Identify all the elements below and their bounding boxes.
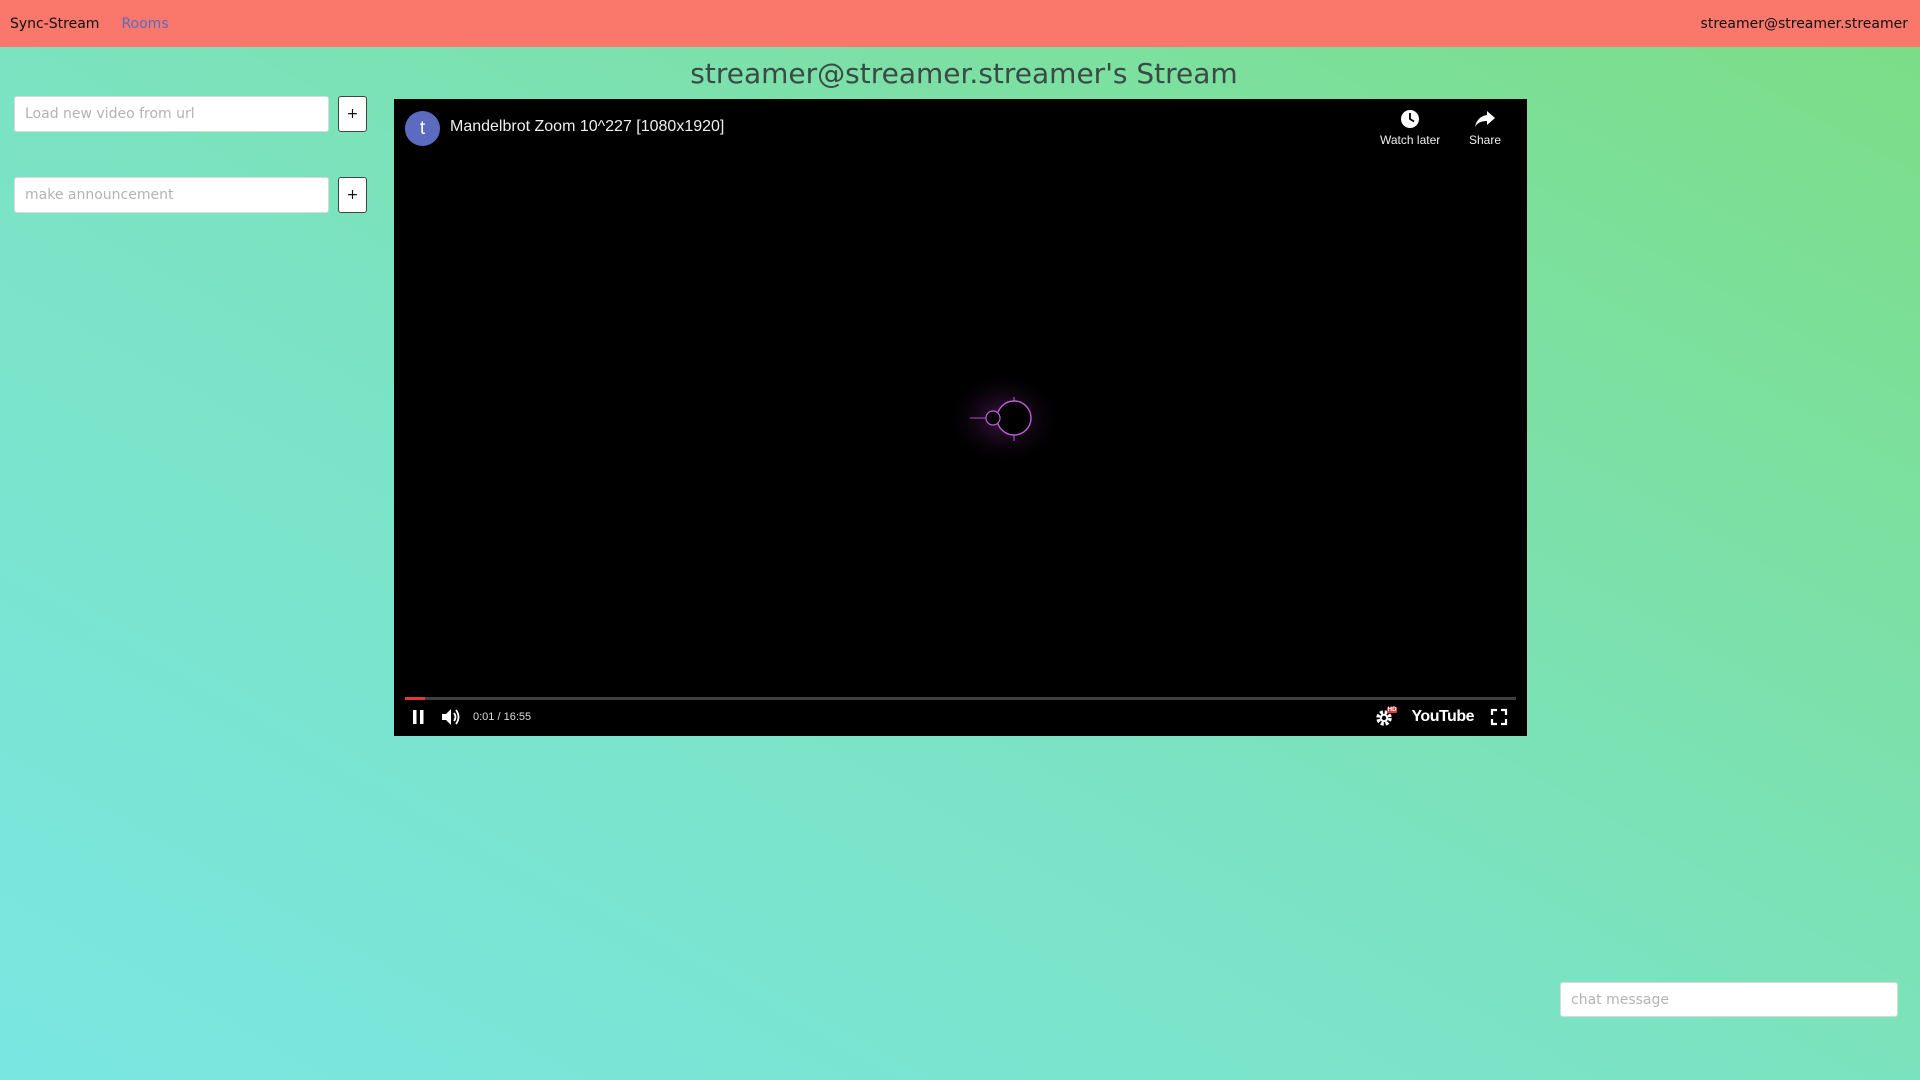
pause-icon [413, 710, 424, 724]
top-navbar: Sync-Stream Rooms streamer@streamer.stre… [0, 0, 1920, 47]
progress-bar[interactable] [405, 697, 1516, 700]
chat-message-input[interactable] [1560, 982, 1898, 1017]
page-title: streamer@streamer.streamer's Stream [690, 57, 1238, 90]
channel-avatar[interactable]: t [405, 111, 440, 146]
watch-later-label: Watch later [1380, 133, 1441, 147]
announcement-input[interactable] [14, 177, 329, 213]
time-display: 0:01 / 16:55 [473, 711, 532, 723]
fullscreen-icon [1490, 708, 1508, 726]
load-video-button[interactable]: + [338, 96, 367, 132]
fullscreen-button[interactable] [1488, 706, 1510, 728]
video-url-input[interactable] [14, 96, 329, 132]
rooms-link[interactable]: Rooms [121, 16, 168, 32]
youtube-logo[interactable]: YouTube [1411, 708, 1474, 726]
volume-button[interactable] [439, 706, 463, 728]
progress-fill [405, 697, 425, 700]
share-arrow-icon [1475, 111, 1496, 127]
announcement-button[interactable]: + [338, 177, 367, 213]
settings-button[interactable]: HD [1373, 706, 1398, 728]
hd-badge: HD [1386, 707, 1398, 713]
video-player[interactable]: t Mandelbrot Zoom 10^227 [1080x1920] Wat… [394, 99, 1527, 736]
clock-icon [1401, 110, 1420, 128]
pause-button[interactable] [405, 706, 431, 728]
volume-icon [442, 709, 460, 725]
announcement-form: + [14, 177, 367, 213]
load-video-form: + [14, 96, 367, 132]
user-email[interactable]: streamer@streamer.streamer [1701, 16, 1908, 32]
share-button[interactable]: Share [1469, 109, 1501, 147]
brand-link[interactable]: Sync-Stream [10, 16, 99, 32]
watch-later-button[interactable]: Watch later [1380, 109, 1440, 147]
share-label: Share [1469, 133, 1502, 147]
player-controls: 0:01 / 16:55 HD YouTube [405, 703, 1516, 731]
video-title[interactable]: Mandelbrot Zoom 10^227 [1080x1920] [450, 118, 724, 136]
video-frame-fractal [944, 371, 1064, 467]
